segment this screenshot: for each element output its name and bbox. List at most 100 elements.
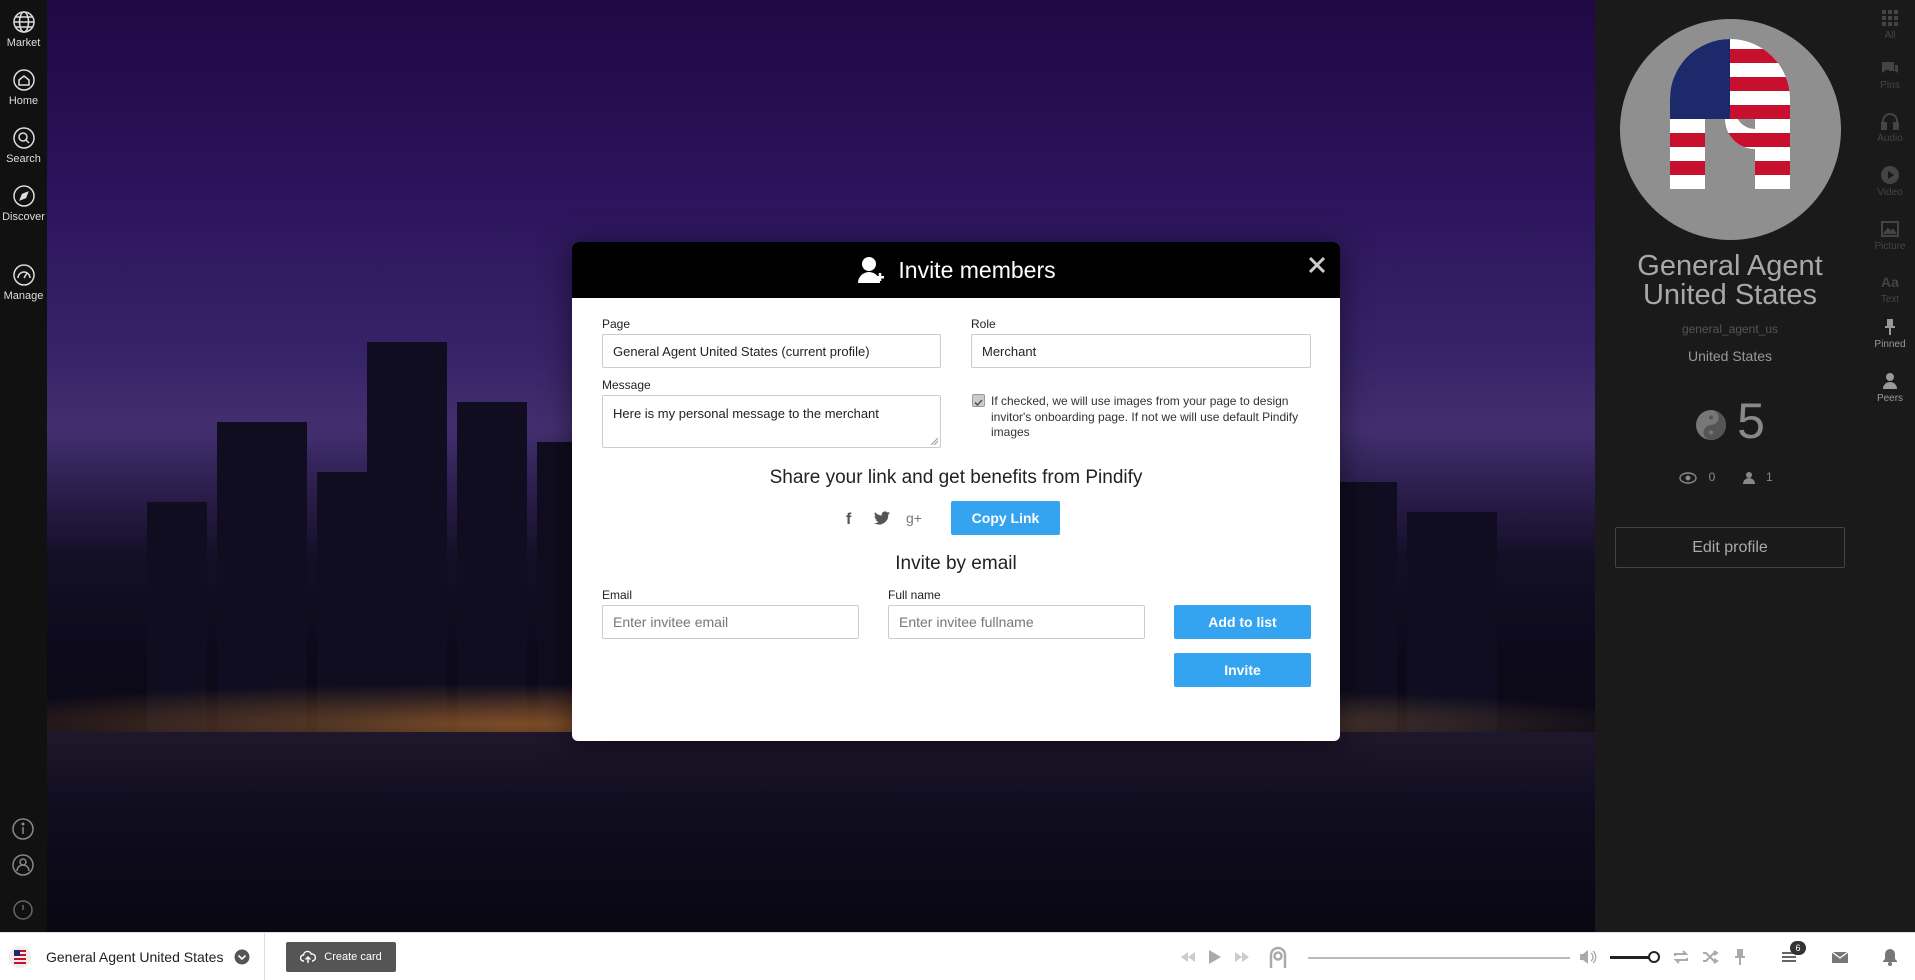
nav-discover-label: Discover [2,211,45,223]
fullname-label: Full name [888,588,941,602]
shuffle-icon[interactable] [1700,947,1720,967]
compass-icon [12,185,35,207]
playback-progress-track[interactable] [1308,957,1570,959]
message-textarea[interactable]: Here is my personal message to the merch… [602,395,941,448]
globe-icon [12,11,35,33]
peers-count: 1 [1766,470,1773,484]
rail-peers-label: Peers [1876,393,1904,404]
dialog-title: Invite members [572,242,1340,298]
profile-score: 5 [1595,392,1865,450]
create-card-label: Create card [324,951,382,963]
use-images-checkbox[interactable] [972,394,985,407]
rail-video-label: Video [1877,187,1903,198]
skip-forward-icon[interactable] [1232,947,1252,967]
nav-discover[interactable]: Discover [0,184,47,223]
person-icon [1742,472,1755,485]
play-icon[interactable] [1204,947,1224,967]
rail-pins[interactable]: Pins [1865,58,1915,91]
role-select[interactable] [971,334,1311,368]
power-icon[interactable] [11,898,35,922]
divider [264,933,265,980]
rail-picture[interactable]: Picture [1865,219,1915,252]
fullname-input[interactable] [888,605,1145,639]
grid-icon [1882,10,1898,26]
peers-stat: 1 [1742,470,1781,485]
page-select[interactable] [602,334,941,368]
volume-icon[interactable] [1577,947,1597,967]
chevron-down-icon[interactable] [234,949,250,965]
rail-video[interactable]: Video [1865,165,1915,198]
filter-rail: All Pins Audio Video Picture Aa Text Pin… [1865,0,1915,932]
pindify-flag-logo-icon [1670,39,1790,189]
google-plus-icon[interactable]: g+ [904,508,924,528]
dialog-title-text: Invite members [898,257,1056,283]
score-value: 5 [1737,393,1765,449]
message-label: Message [602,378,651,392]
nav-home[interactable]: Home [0,68,47,107]
resize-handle-icon[interactable] [930,437,938,445]
edit-profile-button[interactable]: Edit profile [1615,527,1845,568]
rail-pinned[interactable]: Pinned [1865,317,1915,350]
invite-by-email-title: Invite by email [895,553,1017,574]
left-nav: Market Home Search Discover Manage [0,0,47,932]
rail-audio-label: Audio [1877,133,1903,144]
cloud-upload-icon [300,950,317,964]
role-label: Role [971,317,996,331]
create-card-button[interactable]: Create card [286,942,396,972]
facebook-icon[interactable]: f [840,508,860,528]
rail-picture-label: Picture [1874,241,1906,252]
twitter-icon[interactable] [872,508,892,528]
rail-pins-label: Pins [1880,80,1900,91]
nav-manage-label: Manage [3,290,44,302]
rail-all[interactable]: All [1865,8,1915,41]
bell-icon[interactable] [1880,947,1900,967]
account-icon[interactable] [11,853,35,877]
rail-peers[interactable]: Peers [1865,371,1915,404]
skip-back-icon[interactable] [1178,947,1198,967]
volume-knob[interactable] [1648,951,1660,963]
share-title: Share your link and get benefits from Pi… [769,467,1143,488]
chat-icon [1882,62,1898,73]
copy-link-button[interactable]: Copy Link [951,501,1060,535]
play-circle-icon [1881,166,1899,184]
close-icon[interactable] [1306,254,1328,276]
pin-icon [1885,319,1895,335]
pindify-logo-icon [1269,946,1287,968]
info-icon[interactable] [11,817,35,841]
nav-search[interactable]: Search [0,126,47,165]
profile-name: General Agent United States [1637,250,1823,311]
profile-panel: General Agent United States general_agen… [1595,0,1865,932]
rail-pinned-label: Pinned [1874,339,1906,350]
add-user-icon [858,256,885,283]
invite-button[interactable]: Invite [1174,653,1311,687]
nav-market-label: Market [6,37,41,49]
nav-market[interactable]: Market [0,10,47,49]
mail-icon[interactable] [1830,947,1850,967]
views-stat: 0 [1679,470,1726,484]
bottom-bar: General Agent United States Create card … [0,932,1915,980]
headphones-icon [1881,113,1899,130]
nav-manage[interactable]: Manage [0,263,47,302]
rail-text[interactable]: Aa Text [1865,272,1915,305]
rail-all-label: All [1884,30,1896,41]
svg-text:Aa: Aa [1881,274,1899,290]
queue-count-badge: 6 [1790,941,1806,955]
profile-country: United States [1687,348,1773,364]
yin-yang-icon [1696,409,1727,440]
text-icon: Aa [1881,274,1899,290]
pin-icon[interactable] [1730,947,1750,967]
repeat-icon[interactable] [1671,947,1691,967]
email-input[interactable] [602,605,859,639]
eye-icon [1679,472,1697,484]
person-icon [1883,373,1897,389]
profile-stats: 0 1 [1595,470,1865,485]
add-to-list-button[interactable]: Add to list [1174,605,1311,639]
rail-audio[interactable]: Audio [1865,111,1915,144]
email-label: Email [602,588,633,602]
current-profile-name[interactable]: General Agent United States [46,949,223,965]
svg-text:f: f [846,511,852,528]
invite-members-dialog: Invite members Page Role Message Here is… [572,242,1340,741]
profile-avatar [1620,19,1841,240]
gauge-icon [12,264,35,286]
profile-flag-logo-icon[interactable] [8,945,32,969]
